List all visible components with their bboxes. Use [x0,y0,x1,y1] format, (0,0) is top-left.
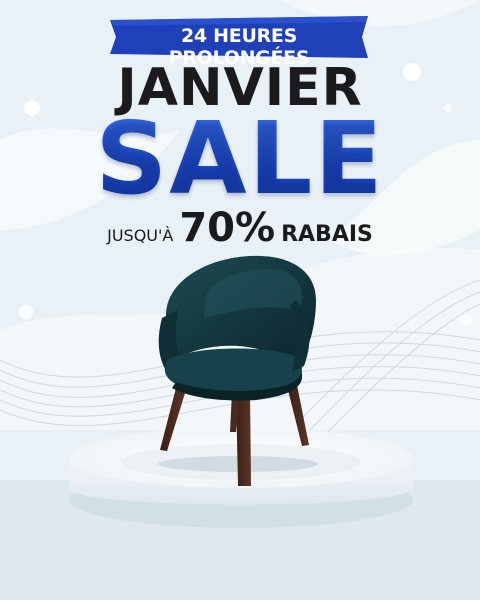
product-scene [69,255,413,528]
